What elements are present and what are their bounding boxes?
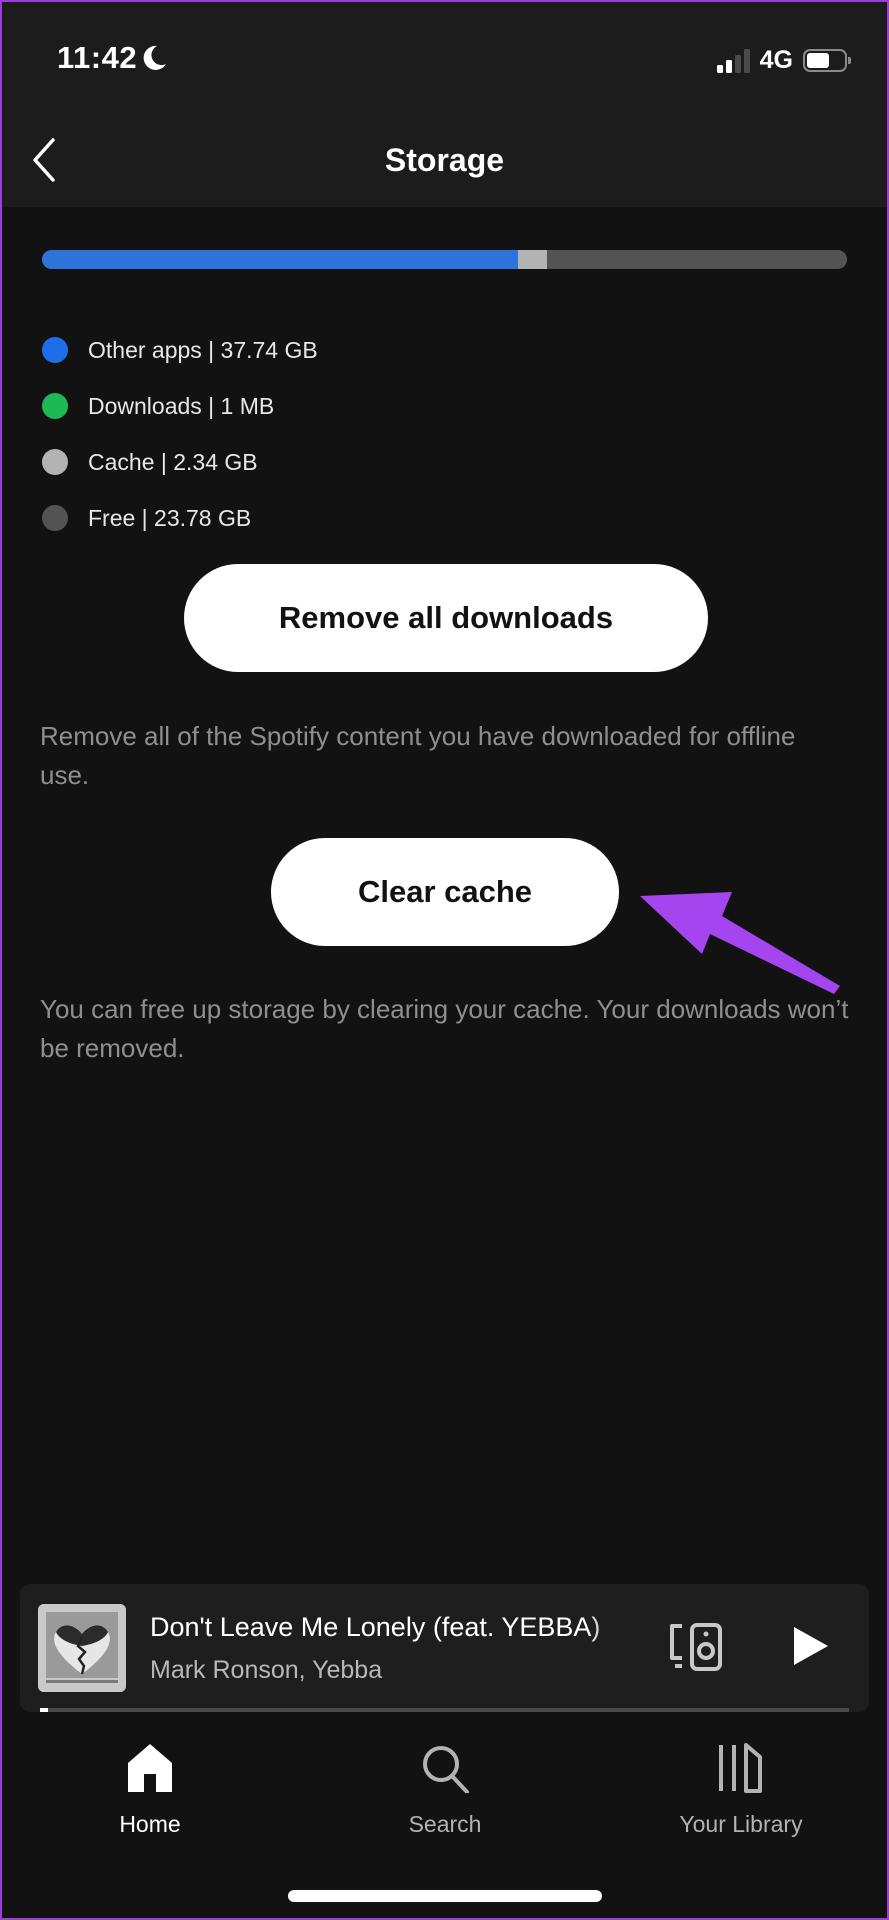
play-button[interactable] <box>790 1624 830 1673</box>
playback-progress-bar[interactable] <box>40 1708 849 1712</box>
tab-label: Home <box>119 1811 181 1837</box>
storage-segment-other-apps <box>42 250 518 269</box>
storage-segment-free <box>547 250 847 269</box>
play-icon <box>794 1627 828 1665</box>
legend-item: Cache | 2.34 GB <box>42 434 318 490</box>
header: 11:42 4G Storage <box>2 2 887 207</box>
search-icon <box>423 1746 469 1793</box>
legend-item: Downloads | 1 MB <box>42 378 318 434</box>
broken-heart-artwork-icon <box>38 1604 126 1692</box>
remove-all-downloads-button[interactable]: Remove all downloads <box>184 564 708 672</box>
track-artist[interactable]: Mark Ronson, Yebba <box>150 1656 382 1685</box>
legend-item: Free | 23.78 GB <box>42 490 318 546</box>
legend-dot <box>42 337 68 363</box>
track-title[interactable]: Don't Leave Me Lonely (feat. YEBBA) <box>150 1612 635 1643</box>
connect-devices-button[interactable] <box>668 1622 724 1677</box>
storage-legend: Other apps | 37.74 GB Downloads | 1 MB Cac… <box>42 322 318 546</box>
tab-label: Search <box>408 1811 482 1837</box>
legend-dot <box>42 449 68 475</box>
legend-label: Other apps | 37.74 GB <box>88 336 318 363</box>
status-indicators: 4G <box>716 46 851 75</box>
library-icon <box>719 1743 762 1793</box>
remove-downloads-description: Remove all of the Spotify content you ha… <box>40 721 796 790</box>
home-icon <box>128 1744 172 1792</box>
status-time: 11:42 <box>57 40 167 76</box>
battery-icon <box>803 49 851 72</box>
playback-progress-fill <box>40 1708 49 1712</box>
legend-item: Other apps | 37.74 GB <box>42 322 318 378</box>
home-indicator[interactable] <box>288 1890 602 1902</box>
tab-your-library[interactable]: Your Library <box>631 1743 851 1838</box>
annotation-arrow-icon <box>640 892 840 994</box>
legend-label: Downloads | 1 MB <box>88 392 275 419</box>
album-art[interactable] <box>38 1604 126 1692</box>
now-playing-bar[interactable]: Don't Leave Me Lonely (feat. YEBBA) Mark… <box>20 1584 869 1712</box>
tab-home[interactable]: Home <box>40 1743 260 1838</box>
tab-search[interactable]: Search <box>335 1743 555 1838</box>
legend-dot <box>42 393 68 419</box>
legend-label: Free | 23.78 GB <box>88 504 252 531</box>
tab-label: Your Library <box>679 1811 803 1837</box>
battery-level <box>807 53 829 68</box>
devices-speaker-icon <box>670 1623 722 1671</box>
app-screen: 11:42 4G Storage Other apps | 37.74 GB Do… <box>2 2 887 1918</box>
cellular-signal-icon <box>716 48 750 73</box>
page-title: Storage <box>384 142 505 178</box>
clear-cache-button[interactable]: Clear cache <box>271 838 619 946</box>
clock: 11:42 <box>57 40 138 75</box>
legend-dot <box>42 505 68 531</box>
moon-icon <box>143 45 167 70</box>
bottom-tab-bar: Home Search Your Library <box>2 1727 887 1847</box>
legend-label: Cache | 2.34 GB <box>88 448 258 475</box>
storage-usage-bar <box>42 250 847 269</box>
network-type: 4G <box>759 46 793 74</box>
storage-segment-cache <box>517 250 548 269</box>
